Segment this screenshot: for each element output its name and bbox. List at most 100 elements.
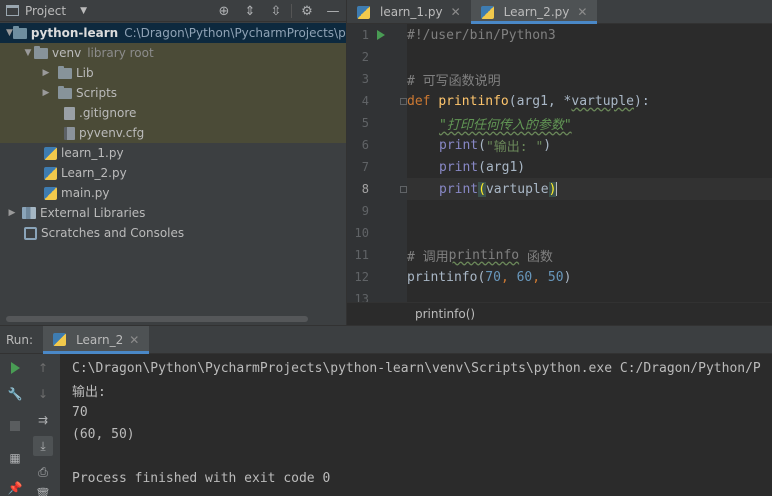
toolbar-divider xyxy=(291,4,292,18)
tree-item-external-libraries[interactable]: ▶ External Libraries xyxy=(0,203,346,223)
up-arrow-icon[interactable]: ↑ xyxy=(33,358,53,378)
project-path: C:\Dragon\Python\PycharmProjects\pytho xyxy=(124,26,373,40)
tree-item-scratches[interactable]: Scratches and Consoles xyxy=(0,223,346,243)
stop-icon[interactable] xyxy=(5,416,25,436)
gutter-line: 2 xyxy=(361,50,369,64)
python-file-icon xyxy=(44,186,57,200)
expand-all-icon[interactable]: ⇕ xyxy=(237,0,263,22)
tree-item-main[interactable]: main.py xyxy=(0,183,346,203)
code-line: printinfo(70, 60, 50) xyxy=(407,269,572,285)
python-file-icon xyxy=(44,146,57,160)
code-line: print (arg1) xyxy=(439,159,526,175)
chevron-down-icon[interactable]: ▼ xyxy=(6,28,13,38)
scroll-to-end-icon[interactable]: ⤓ xyxy=(33,436,53,456)
chevron-down-icon[interactable]: ▼ xyxy=(22,48,34,58)
tree-item-label: learn_1.py xyxy=(61,146,124,160)
tree-item-label: Scripts xyxy=(76,86,118,100)
code-line: #!/user/bin/Python3 xyxy=(407,27,556,43)
project-icon xyxy=(6,5,19,16)
code-line: # 调用 printinfo 函数 xyxy=(407,247,553,265)
tree-item-pyvenv-cfg[interactable]: pyvenv.cfg xyxy=(0,123,346,143)
project-view-selector[interactable]: Project ▼ xyxy=(6,4,87,18)
tree-item-label: External Libraries xyxy=(40,206,146,220)
code-editor[interactable]: #!/user/bin/Python3 # 可写函数说明 def printin… xyxy=(407,24,772,302)
tree-item-venv[interactable]: ▼ venv library root xyxy=(0,43,346,63)
soft-wrap-icon[interactable]: ⇉ xyxy=(33,410,53,430)
project-tree: ▼ python-learn C:\Dragon\Python\PycharmP… xyxy=(0,23,372,243)
code-line: def printinfo (arg1, * vartuple): xyxy=(407,93,650,109)
tree-item-python-learn[interactable]: ▼ python-learn C:\Dragon\Python\PycharmP… xyxy=(0,23,372,43)
tab-label: learn_1.py xyxy=(380,5,443,19)
gutter-line: 3 xyxy=(361,72,369,86)
gutter-line: 4 xyxy=(347,90,407,112)
gutter-line: 6 xyxy=(361,138,369,152)
scratches-icon xyxy=(24,226,37,240)
folder-icon xyxy=(58,65,72,79)
config-file-icon xyxy=(64,126,75,140)
gutter-line: 8 xyxy=(347,178,407,200)
gutter-line: 7 xyxy=(361,160,369,174)
collapse-all-icon[interactable]: ⇳ xyxy=(263,0,289,22)
layout-icon[interactable]: ▦ xyxy=(5,448,25,468)
console-line: (60, 50) xyxy=(72,426,135,442)
tab-learn-1[interactable]: learn_1.py ✕ xyxy=(347,0,471,24)
wrench-icon[interactable]: 🔧 xyxy=(5,384,25,404)
chevron-right-icon[interactable]: ▶ xyxy=(40,88,52,98)
fold-icon[interactable] xyxy=(400,97,407,105)
horizontal-scrollbar[interactable] xyxy=(6,316,308,322)
breadcrumb-item[interactable]: printinfo() xyxy=(415,307,475,321)
console-line: 70 xyxy=(72,404,88,420)
tree-item-learn-1[interactable]: learn_1.py xyxy=(0,143,346,163)
close-icon[interactable]: ✕ xyxy=(577,5,587,19)
libraries-icon xyxy=(22,207,36,219)
fold-icon[interactable] xyxy=(400,185,407,193)
code-line: "打印任何传入的参数" xyxy=(439,117,572,133)
run-icon[interactable] xyxy=(377,30,385,40)
run-tab-learn-2[interactable]: Learn_2 ✕ xyxy=(43,325,150,354)
print-icon[interactable]: ⎙ xyxy=(33,462,53,482)
project-panel: Project ▼ ⊕ ⇕ ⇳ ⚙ — ▼ python-learn C:\Dr… xyxy=(0,0,372,325)
down-arrow-icon[interactable]: ↓ xyxy=(33,384,53,404)
run-label: Run: xyxy=(6,332,34,347)
console-line: Process finished with exit code 0 xyxy=(72,470,331,486)
folder-icon xyxy=(12,25,27,39)
line-number-gutter[interactable]: 1 2 3 4 5 6 7 8 9 10 11 12 13 xyxy=(347,24,407,306)
close-icon[interactable]: ✕ xyxy=(129,333,139,347)
hide-icon[interactable]: — xyxy=(320,0,346,22)
run-panel: Run: Learn_2 ✕ ↑ 🔧 ↓ ⇉ ▦ ⤓ ⎙ 📌 🗑 C:\Drag… xyxy=(0,325,772,496)
tree-item-lib[interactable]: ▶ Lib xyxy=(0,63,346,83)
tree-item-learn-2[interactable]: Learn_2.py xyxy=(0,163,346,183)
tree-item-label: main.py xyxy=(61,186,110,200)
rerun-icon[interactable] xyxy=(5,358,25,378)
project-toolbar: Project ▼ ⊕ ⇕ ⇳ ⚙ — xyxy=(0,0,346,22)
chevron-right-icon[interactable]: ▶ xyxy=(40,68,52,78)
console-line: C:\Dragon\Python\PycharmProjects\python-… xyxy=(72,360,761,376)
gear-icon[interactable]: ⚙ xyxy=(294,0,320,22)
tree-item-gitignore[interactable]: .gitignore xyxy=(0,103,346,123)
breadcrumb[interactable]: printinfo() xyxy=(347,302,772,325)
chevron-right-icon[interactable]: ▶ xyxy=(6,208,18,218)
tree-item-label: venv xyxy=(52,46,82,60)
editor-tabs: learn_1.py ✕ Learn_2.py ✕ xyxy=(347,0,772,24)
tab-learn-2[interactable]: Learn_2.py ✕ xyxy=(470,0,598,24)
locate-icon[interactable]: ⊕ xyxy=(211,0,237,22)
console-output[interactable]: C:\Dragon\Python\PycharmProjects\python-… xyxy=(60,354,772,496)
trash-icon[interactable]: 🗑 xyxy=(33,484,53,496)
gitignore-file-icon xyxy=(64,106,75,120)
gutter-line: 10 xyxy=(354,226,369,240)
tree-item-label: Lib xyxy=(76,66,94,80)
run-header: Run: Learn_2 ✕ xyxy=(0,325,772,354)
gutter-line: 12 xyxy=(354,270,369,284)
project-title: Project xyxy=(25,3,67,18)
pin-icon[interactable]: 📌 xyxy=(5,478,25,496)
python-file-icon xyxy=(53,333,67,346)
tree-item-scripts[interactable]: ▶ Scripts xyxy=(0,83,346,103)
folder-icon xyxy=(34,45,48,59)
close-icon[interactable]: ✕ xyxy=(451,5,461,19)
run-toolbar: ↑ 🔧 ↓ ⇉ ▦ ⤓ ⎙ 📌 🗑 xyxy=(0,354,60,496)
code-line: # 可写函数说明 xyxy=(407,73,501,89)
console-line: 输出: xyxy=(72,384,106,400)
